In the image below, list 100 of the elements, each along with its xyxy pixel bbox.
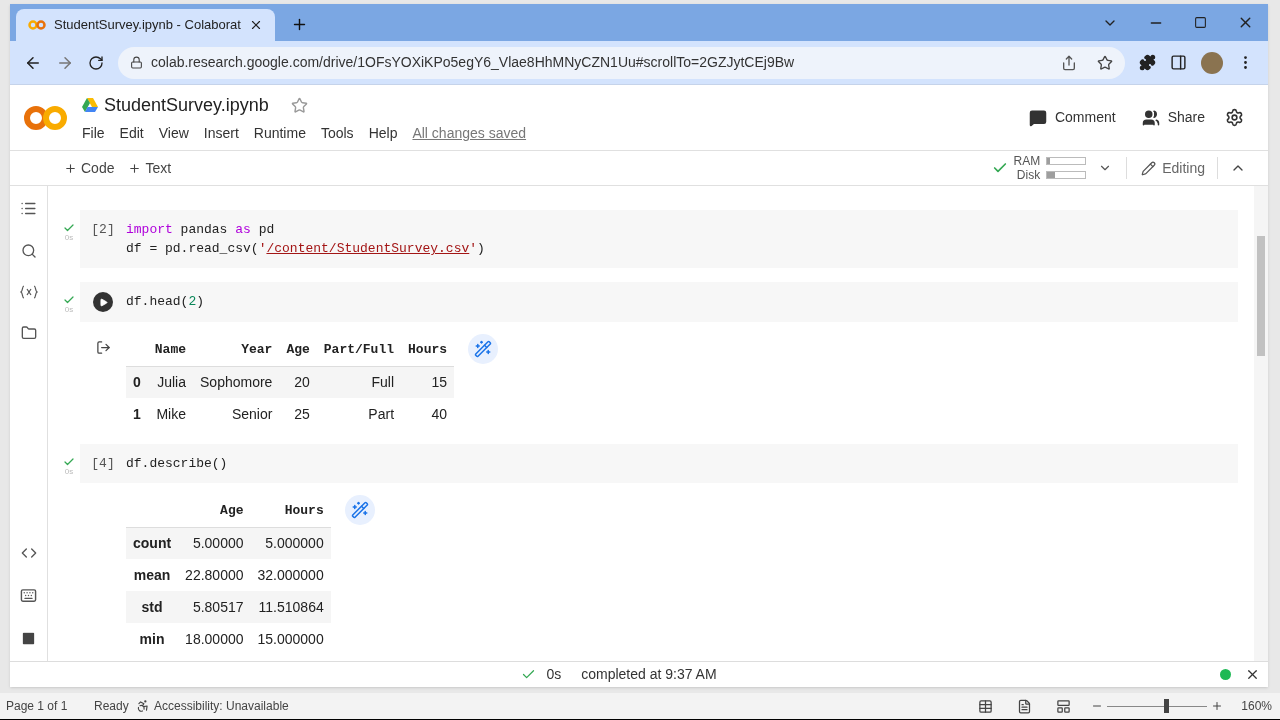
disk-label: Disk xyxy=(1016,168,1041,182)
code-cell[interactable]: df.head(2) xyxy=(80,282,1238,322)
column-header: Part/Full xyxy=(316,334,402,366)
side-panel-icon[interactable] xyxy=(1170,54,1187,71)
column-header: Age xyxy=(178,495,251,527)
row-index: 0 xyxy=(126,366,148,398)
row-index: min xyxy=(126,623,179,655)
magic-wand-button[interactable] xyxy=(344,495,375,525)
keyboard-icon[interactable] xyxy=(20,587,37,604)
pencil-icon xyxy=(1141,160,1157,176)
table-cell: 25 xyxy=(279,398,317,430)
star-icon[interactable] xyxy=(290,96,308,114)
code-line: df.describe() xyxy=(126,455,228,473)
table-cell: 5.000000 xyxy=(250,527,331,559)
profile-avatar[interactable] xyxy=(1201,51,1223,74)
code-line: df = pd.read_csv('/content/StudentSurvey.csv') xyxy=(126,240,485,258)
column-header: Age xyxy=(279,334,317,366)
people-icon xyxy=(1141,108,1160,127)
menu-item[interactable]: View xyxy=(158,122,189,144)
run-button[interactable] xyxy=(93,292,113,312)
run-time: 0s xyxy=(546,665,562,684)
lock-icon xyxy=(130,56,143,69)
row-index: mean xyxy=(126,559,179,591)
comment-icon xyxy=(1028,108,1047,127)
share-button[interactable]: Share xyxy=(1141,107,1205,128)
folder-icon[interactable] xyxy=(20,325,37,341)
code-line: import pandas as pd xyxy=(126,221,276,239)
menu-item[interactable]: Tools xyxy=(320,122,354,144)
table-cell: 20 xyxy=(279,366,317,398)
magic-wand-icon xyxy=(474,340,493,358)
table-cell: 22.80000 xyxy=(178,559,251,591)
menu-item[interactable]: Insert xyxy=(203,122,239,144)
row-index: count xyxy=(126,527,179,559)
search-icon[interactable] xyxy=(20,243,37,259)
table-cell: 5.00000 xyxy=(178,527,251,559)
play-icon xyxy=(98,297,108,307)
table-cell: Senior xyxy=(193,398,280,430)
page-layout-icon[interactable] xyxy=(1017,698,1033,714)
save-status-link[interactable]: All changes saved xyxy=(412,122,527,144)
browser-tab[interactable]: StudentSurvey.ipynb - Colaborat xyxy=(16,9,275,41)
tab-title: StudentSurvey.ipynb - Colaborat xyxy=(54,16,241,35)
column-header: Hours xyxy=(250,495,331,527)
menu-item[interactable]: Edit xyxy=(119,122,144,144)
ram-label: RAM xyxy=(1013,154,1041,168)
row-index: 1 xyxy=(126,398,148,430)
normal-view-icon[interactable] xyxy=(978,698,994,714)
menu-item[interactable]: File xyxy=(82,122,105,144)
page-break-icon[interactable] xyxy=(1056,698,1072,714)
accessibility-icon xyxy=(136,699,150,713)
accessibility-status[interactable]: Accessibility: Unavailable xyxy=(136,697,289,715)
zoom-percent[interactable]: 160% xyxy=(1241,697,1272,715)
column-header: Hours xyxy=(401,334,455,366)
column-header: Name xyxy=(147,334,193,366)
url-text: colab.research.google.com/drive/1OFsYOXiKPo5egY6_Vlae8HhMNyCZN1Uu#scrollTo=2GZJytCEj9Bw xyxy=(151,53,796,72)
code-cell[interactable]: [4] df.describe() xyxy=(80,444,1238,483)
usage-meter xyxy=(1046,171,1087,179)
table-cell: 11.510864 xyxy=(250,591,331,623)
extensions-icon[interactable] xyxy=(1139,54,1156,71)
zoom-slider[interactable] xyxy=(1107,699,1208,713)
colab-logo-icon xyxy=(24,104,68,131)
magic-wand-button[interactable] xyxy=(468,334,499,364)
add-cell-button[interactable]: Code xyxy=(64,157,115,179)
bookmark-star-icon[interactable] xyxy=(1097,54,1113,71)
table-cell: Julia xyxy=(147,366,193,398)
reload-icon[interactable] xyxy=(88,54,104,71)
scrollbar[interactable] xyxy=(1254,186,1268,661)
usage-meter xyxy=(1046,157,1087,165)
column-header: Year xyxy=(193,334,280,366)
page-count: Page 1 of 1 xyxy=(5,698,69,715)
code-line: df.head(2) xyxy=(126,293,205,311)
plus-icon xyxy=(128,161,142,175)
ready-status: Ready xyxy=(93,698,130,715)
code-snippets-icon[interactable] xyxy=(20,545,37,561)
table-of-contents-icon[interactable] xyxy=(20,200,37,217)
table-cell: 5.80517 xyxy=(178,591,251,623)
drive-icon xyxy=(82,98,98,112)
plus-icon xyxy=(64,161,77,175)
table-cell: 15.000000 xyxy=(250,623,331,655)
table-cell: Sophomore xyxy=(193,366,280,398)
add-cell-button[interactable]: Text xyxy=(128,157,172,179)
menu-item[interactable]: Help xyxy=(368,122,398,144)
maximize-icon[interactable] xyxy=(1194,16,1207,29)
comment-button[interactable]: Comment xyxy=(1028,107,1116,128)
execution-count: [4] xyxy=(91,455,115,473)
editing-button[interactable]: Editing xyxy=(1141,157,1205,179)
share-icon[interactable] xyxy=(1061,54,1077,71)
menu-item[interactable]: Runtime xyxy=(253,122,306,144)
variables-icon[interactable] xyxy=(19,285,38,299)
zoom-in-icon[interactable] xyxy=(1211,700,1224,712)
close-icon[interactable] xyxy=(1245,667,1260,682)
code-cell[interactable]: [2] import pandas as pd df = pd.read_csv('/content/StudentSurvey.csv') xyxy=(80,210,1238,268)
address-bar[interactable]: colab.research.google.com/drive/1OFsYOXiKPo5egY6_Vlae8HhMNyCZN1Uu#scrollTo=2GZJytCEj9Bw xyxy=(118,46,1125,79)
settings-icon[interactable] xyxy=(1225,108,1244,127)
table-cell: Full xyxy=(316,366,402,398)
notebook-title[interactable]: StudentSurvey.ipynb xyxy=(104,91,269,119)
table-cell: Part xyxy=(316,398,402,430)
table-cell: 18.00000 xyxy=(178,623,251,655)
output-icon[interactable] xyxy=(95,340,111,355)
status-message: completed at 9:37 AM xyxy=(581,665,717,684)
execution-count: [2] xyxy=(91,221,115,239)
